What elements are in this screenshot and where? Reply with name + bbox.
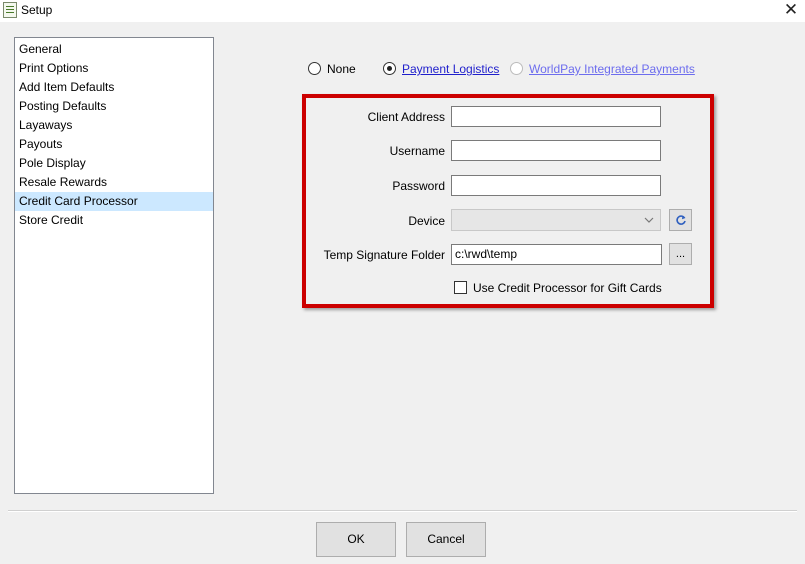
- password-input[interactable]: [451, 175, 661, 196]
- cancel-button[interactable]: Cancel: [406, 522, 486, 557]
- ok-button[interactable]: OK: [316, 522, 396, 557]
- nav-item-credit-card-processor[interactable]: Credit Card Processor: [15, 192, 213, 211]
- nav-item-print-options[interactable]: Print Options: [15, 59, 213, 78]
- temp-signature-folder-input[interactable]: c:\rwd\temp: [451, 244, 662, 265]
- nav-item-layaways[interactable]: Layaways: [15, 116, 213, 135]
- radio-none-label[interactable]: None: [327, 61, 356, 77]
- settings-category-list[interactable]: General Print Options Add Item Defaults …: [14, 37, 214, 494]
- radio-worldpay-label[interactable]: WorldPay Integrated Payments: [529, 61, 695, 77]
- password-label: Password: [392, 179, 445, 193]
- gift-cards-checkbox[interactable]: [454, 281, 467, 294]
- radio-worldpay-circle[interactable]: [510, 62, 523, 75]
- close-icon[interactable]: ✕: [783, 0, 799, 20]
- nav-item-posting-defaults[interactable]: Posting Defaults: [15, 97, 213, 116]
- setup-app-icon: [3, 2, 17, 18]
- title-bar: Setup ✕: [0, 0, 805, 22]
- refresh-icon: [675, 214, 687, 229]
- client-address-input[interactable]: [451, 106, 661, 127]
- browse-folder-button[interactable]: ...: [669, 243, 692, 265]
- client-address-label: Client Address: [367, 110, 445, 124]
- nav-item-pole-display[interactable]: Pole Display: [15, 154, 213, 173]
- radio-payment-logistics-circle[interactable]: [383, 62, 396, 75]
- nav-item-resale-rewards[interactable]: Resale Rewards: [15, 173, 213, 192]
- username-input[interactable]: [451, 140, 661, 161]
- device-label: Device: [408, 214, 445, 228]
- nav-item-store-credit[interactable]: Store Credit: [15, 211, 213, 230]
- username-label: Username: [389, 144, 445, 158]
- window-title: Setup: [21, 3, 53, 17]
- radio-payment-logistics-label[interactable]: Payment Logistics: [402, 61, 499, 77]
- temp-signature-folder-label: Temp Signature Folder: [323, 248, 445, 262]
- device-select[interactable]: [451, 209, 661, 231]
- footer-divider: [8, 510, 797, 512]
- refresh-devices-button[interactable]: [669, 209, 692, 231]
- nav-item-payouts[interactable]: Payouts: [15, 135, 213, 154]
- radio-none-circle[interactable]: [308, 62, 321, 75]
- nav-item-add-item-defaults[interactable]: Add Item Defaults: [15, 78, 213, 97]
- chevron-down-icon: [644, 213, 654, 230]
- gift-cards-checkbox-label[interactable]: Use Credit Processor for Gift Cards: [473, 281, 662, 295]
- nav-item-general[interactable]: General: [15, 40, 213, 59]
